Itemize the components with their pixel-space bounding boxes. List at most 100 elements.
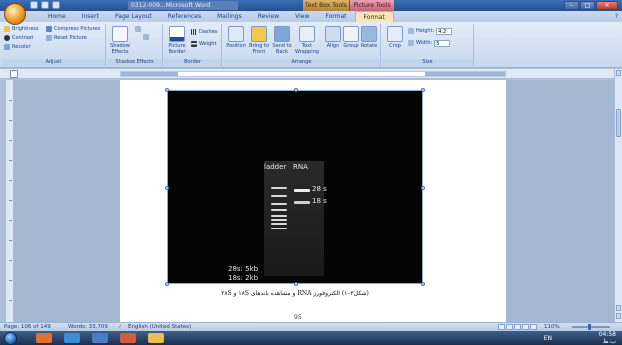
close-button[interactable]: ✕ — [596, 1, 618, 10]
ribbon-tabs: Home Insert Page Layout References Maili… — [0, 11, 622, 22]
folder-icon[interactable] — [148, 333, 164, 343]
resize-handle-se[interactable] — [421, 282, 425, 286]
brightness-button[interactable]: Brightness — [4, 25, 39, 33]
resize-handle-e[interactable] — [421, 186, 425, 190]
arrange-group-label: Arrange — [223, 59, 380, 66]
rotate-button[interactable]: Rotate — [358, 26, 380, 49]
minimize-button[interactable]: – — [564, 1, 579, 10]
shadow-toggle-icon — [143, 34, 149, 40]
resize-handle-ne[interactable] — [421, 88, 425, 92]
save-icon[interactable] — [30, 1, 38, 9]
outline-view-icon[interactable] — [522, 324, 529, 330]
web-layout-icon[interactable] — [514, 324, 521, 330]
vertical-ruler[interactable] — [6, 80, 14, 322]
picture-tools-tab: Picture Tools — [350, 0, 394, 11]
page-count[interactable]: Page: 106 of 149 — [4, 323, 51, 331]
ruler-right-margin — [425, 72, 505, 76]
picture-border-icon — [169, 26, 185, 42]
vertical-scrollbar[interactable] — [614, 69, 622, 322]
language-indicator[interactable]: English (United States) — [128, 323, 191, 331]
resize-handle-s[interactable] — [294, 282, 298, 286]
send-to-back-icon — [274, 26, 290, 42]
crop-icon — [387, 26, 403, 42]
help-icon[interactable]: ? — [615, 11, 618, 22]
clock-time[interactable]: 04:58 — [599, 331, 616, 338]
rna-band-28s — [294, 189, 310, 192]
resize-handle-nw[interactable] — [165, 88, 169, 92]
tab-selector[interactable] — [10, 70, 18, 78]
horizontal-ruler[interactable] — [0, 69, 622, 79]
tab-mailings[interactable]: Mailings — [209, 11, 250, 22]
align-icon — [325, 26, 341, 42]
shadow-on-off[interactable] — [143, 34, 149, 40]
arrange-group: Position Bring to Front Send to Back Tex… — [223, 24, 381, 66]
ladder-band — [271, 228, 287, 229]
tab-view[interactable]: View — [287, 11, 317, 22]
nudge-shadow-up[interactable] — [135, 26, 141, 32]
picture-border-button[interactable]: Picture Border — [166, 26, 188, 55]
zoom-slider[interactable] — [572, 324, 610, 330]
word-count[interactable]: Words: 33,709 — [68, 323, 108, 331]
undo-icon[interactable] — [41, 1, 49, 9]
compress-pictures-button[interactable]: Compress Pictures — [46, 25, 100, 33]
size-group-label: Size — [382, 59, 473, 66]
bring-to-front-button[interactable]: Bring to Front — [248, 26, 270, 55]
start-button[interactable] — [4, 332, 17, 345]
height-icon — [408, 28, 414, 34]
restore-button[interactable]: □ — [580, 1, 595, 10]
previous-page-button[interactable] — [616, 305, 621, 311]
clock-period: ب.ظ — [602, 338, 616, 345]
recolor-button[interactable]: Recolor — [4, 43, 31, 51]
ladder-label: ladder — [264, 163, 287, 171]
rna-band-18s — [294, 201, 310, 204]
zoom-slider-thumb[interactable] — [588, 324, 591, 330]
tab-format-textbox[interactable]: Format — [317, 11, 354, 22]
office-button[interactable] — [4, 3, 26, 25]
reset-picture-button[interactable]: Reset Picture — [46, 34, 87, 42]
ruler-band — [120, 71, 506, 77]
band-28s-label: 28 s — [312, 185, 327, 193]
ruler-left-margin — [121, 72, 178, 76]
print-layout-view-icon[interactable] — [498, 324, 505, 330]
gel-electrophoresis-image[interactable]: ladder RNA 28 s 18 s 28s: 5kb 18s: 2kb — [165, 88, 425, 286]
bring-to-front-icon — [251, 26, 267, 42]
media-player-icon[interactable] — [36, 333, 52, 343]
zoom-level[interactable]: 110% — [544, 323, 560, 331]
contrast-icon — [4, 35, 10, 41]
band-18s-label: 18 s — [312, 197, 327, 205]
tab-review[interactable]: Review — [250, 11, 287, 22]
tab-references[interactable]: References — [160, 11, 209, 22]
scroll-up-button[interactable] — [616, 70, 621, 76]
weight-button[interactable]: Weight — [191, 40, 216, 48]
send-to-back-button[interactable]: Send to Back — [271, 26, 293, 55]
input-language[interactable]: EN — [544, 335, 552, 342]
scroll-thumb[interactable] — [616, 109, 621, 137]
redo-icon[interactable] — [52, 1, 60, 9]
draft-view-icon[interactable] — [530, 324, 537, 330]
resize-handle-w[interactable] — [165, 186, 169, 190]
proofing-icon[interactable]: ✓ — [118, 323, 123, 331]
contrast-button[interactable]: Contrast — [4, 34, 33, 42]
resize-handle-sw[interactable] — [165, 282, 169, 286]
tab-insert[interactable]: Insert — [74, 11, 107, 22]
browser-icon[interactable] — [64, 333, 80, 343]
ladder-band — [271, 187, 287, 189]
rna-label: RNA — [293, 163, 308, 171]
tab-format-picture[interactable]: Format — [354, 11, 394, 22]
firefox-icon[interactable] — [120, 333, 136, 343]
crop-button[interactable]: Crop — [384, 26, 406, 49]
height-input[interactable]: 4.2 — [436, 27, 453, 35]
shadow-effects-button[interactable]: Shadow Effects — [109, 26, 131, 55]
dashes-button[interactable]: Dashes — [191, 28, 217, 36]
word-taskbar-icon[interactable] — [92, 333, 108, 343]
weight-icon — [191, 41, 197, 47]
text-wrapping-button[interactable]: Text Wrapping — [294, 26, 320, 55]
full-screen-reading-icon[interactable] — [506, 324, 513, 330]
taskbar: EN 04:58 ب.ظ — [0, 331, 622, 345]
resize-handle-n[interactable] — [294, 88, 298, 92]
tab-home[interactable]: Home — [40, 11, 74, 22]
width-input[interactable]: 5 — [434, 39, 451, 47]
tab-page-layout[interactable]: Page Layout — [107, 11, 160, 22]
position-button[interactable]: Position — [225, 26, 247, 49]
next-page-button[interactable] — [616, 313, 621, 319]
